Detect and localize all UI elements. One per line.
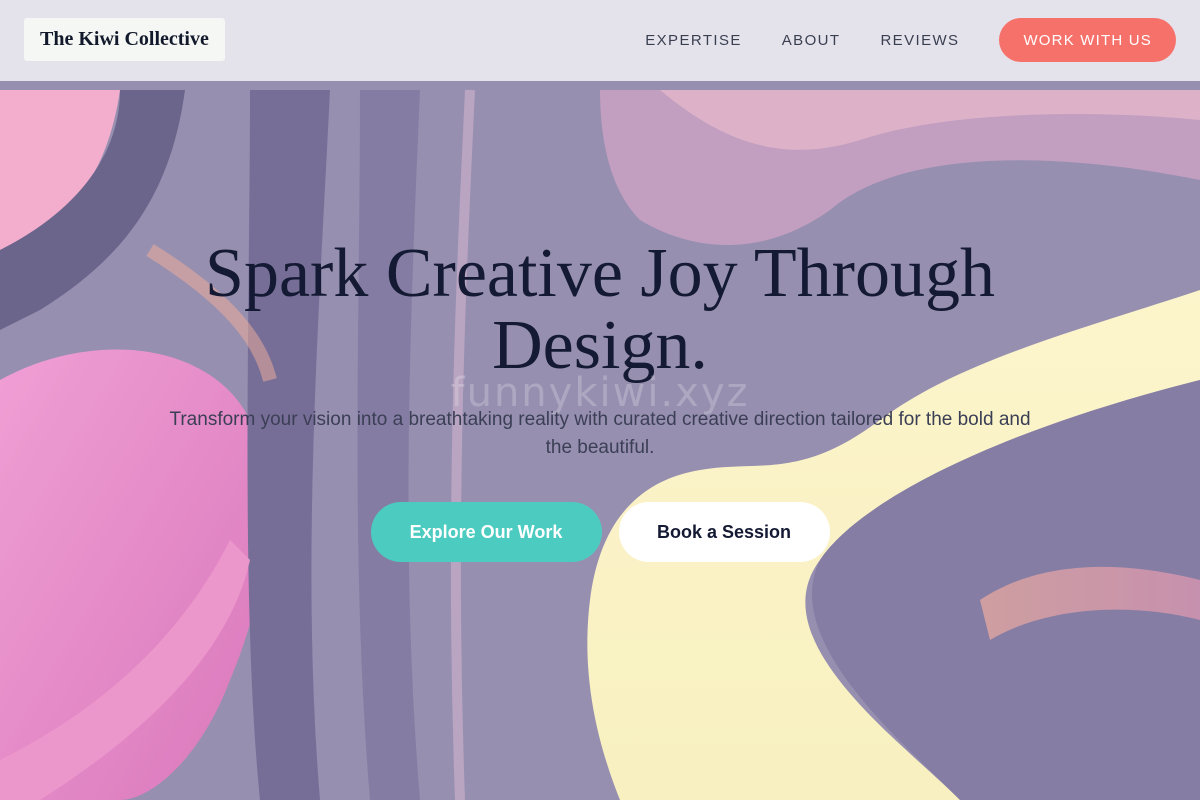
nav-link-expertise[interactable]: EXPERTISE — [645, 32, 742, 49]
explore-our-work-button[interactable]: Explore Our Work — [370, 502, 602, 562]
nav-link-about[interactable]: ABOUT — [782, 32, 841, 49]
background-overlay — [0, 0, 1200, 800]
landing-page: The Kiwi Collective EXPERTISE ABOUT REVI… — [0, 0, 1200, 800]
hero-title: Spark Creative Joy Through Design. — [205, 235, 995, 384]
hero-actions: Explore Our Work Book a Session — [0, 502, 1200, 562]
brand-logo[interactable]: The Kiwi Collective — [24, 18, 225, 61]
main-navigation: EXPERTISE ABOUT REVIEWS WORK WITH US — [645, 18, 1176, 62]
hero-subtitle: Transform your vision into a breathtakin… — [169, 409, 1031, 458]
nav-link-reviews[interactable]: REVIEWS — [880, 32, 959, 49]
book-a-session-button[interactable]: Book a Session — [618, 502, 830, 562]
site-header: The Kiwi Collective EXPERTISE ABOUT REVI… — [0, 0, 1200, 81]
work-with-us-button[interactable]: WORK WITH US — [999, 18, 1176, 62]
